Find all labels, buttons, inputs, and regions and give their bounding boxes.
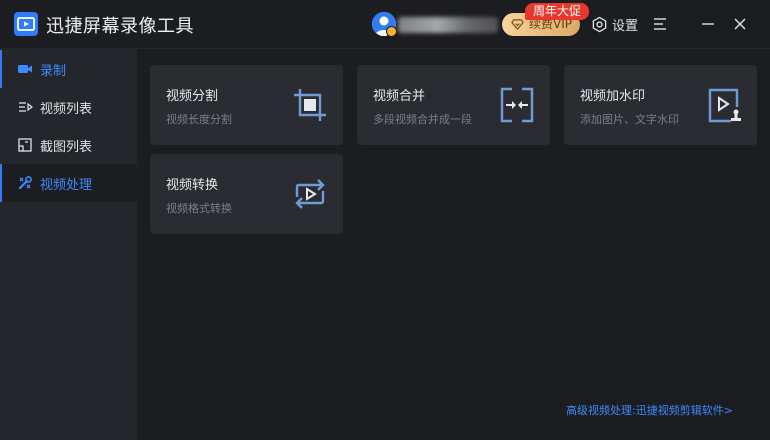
username-blurred[interactable] [398, 17, 498, 33]
camera-icon [18, 65, 32, 73]
screenshot-icon [18, 138, 32, 152]
sidebar-item-video-processing[interactable]: 视频处理 [0, 164, 137, 202]
card-desc: 多段视频合并成一段 [373, 113, 472, 126]
settings-label: 设置 [612, 18, 639, 34]
card-desc: 视频格式转换 [166, 202, 232, 215]
card-desc: 添加图片、文字水印 [580, 113, 679, 126]
sidebar-item-record[interactable]: 录制 [0, 50, 137, 88]
watermark-icon [708, 88, 741, 123]
convert-icon [295, 179, 325, 209]
sidebar: 录制 视频列表 截图列表 视频处理 [0, 49, 137, 440]
list-icon [19, 102, 33, 112]
vip-badge-icon [386, 26, 397, 37]
sidebar-item-screenshot-list[interactable]: 截图列表 [0, 126, 137, 164]
gear-icon [592, 16, 607, 32]
sidebar-item-label: 录制 [40, 63, 67, 79]
diamond-icon [511, 19, 524, 30]
close-button[interactable] [730, 14, 750, 34]
merge-icon [500, 87, 534, 123]
card-title: 视频分割 [166, 89, 219, 104]
card-desc: 视频长度分割 [166, 113, 232, 126]
promo-badge[interactable]: 周年大促 [525, 3, 589, 20]
tools-icon [18, 176, 32, 190]
card-title: 视频加水印 [580, 89, 646, 104]
minimize-button[interactable] [698, 14, 718, 34]
close-icon [734, 18, 746, 30]
sidebar-item-video-list[interactable]: 视频列表 [0, 88, 137, 126]
app-title: 迅捷屏幕录像工具 [46, 16, 194, 37]
settings-button[interactable]: 设置 [591, 14, 638, 34]
minimize-icon [702, 23, 714, 25]
app-logo-icon [14, 12, 38, 36]
title-bar: 迅捷屏幕录像工具 续费VIP 周年大促 设置 [0, 0, 770, 49]
crop-icon [294, 89, 326, 121]
card-video-watermark[interactable]: 视频加水印 添加图片、文字水印 [564, 65, 757, 145]
card-video-split[interactable]: 视频分割 视频长度分割 [150, 65, 343, 145]
card-video-convert[interactable]: 视频转换 视频格式转换 [150, 154, 343, 234]
menu-button[interactable] [650, 14, 670, 34]
card-title: 视频合并 [373, 89, 426, 104]
card-title: 视频转换 [166, 178, 219, 193]
sidebar-item-label: 视频列表 [40, 101, 93, 117]
sidebar-item-label: 视频处理 [40, 177, 93, 193]
advanced-editor-link[interactable]: 高级视频处理:迅捷视频剪辑软件> [566, 402, 733, 418]
sidebar-item-label: 截图列表 [40, 139, 93, 155]
menu-icon [654, 18, 666, 30]
card-video-merge[interactable]: 视频合并 多段视频合并成一段 [357, 65, 550, 145]
